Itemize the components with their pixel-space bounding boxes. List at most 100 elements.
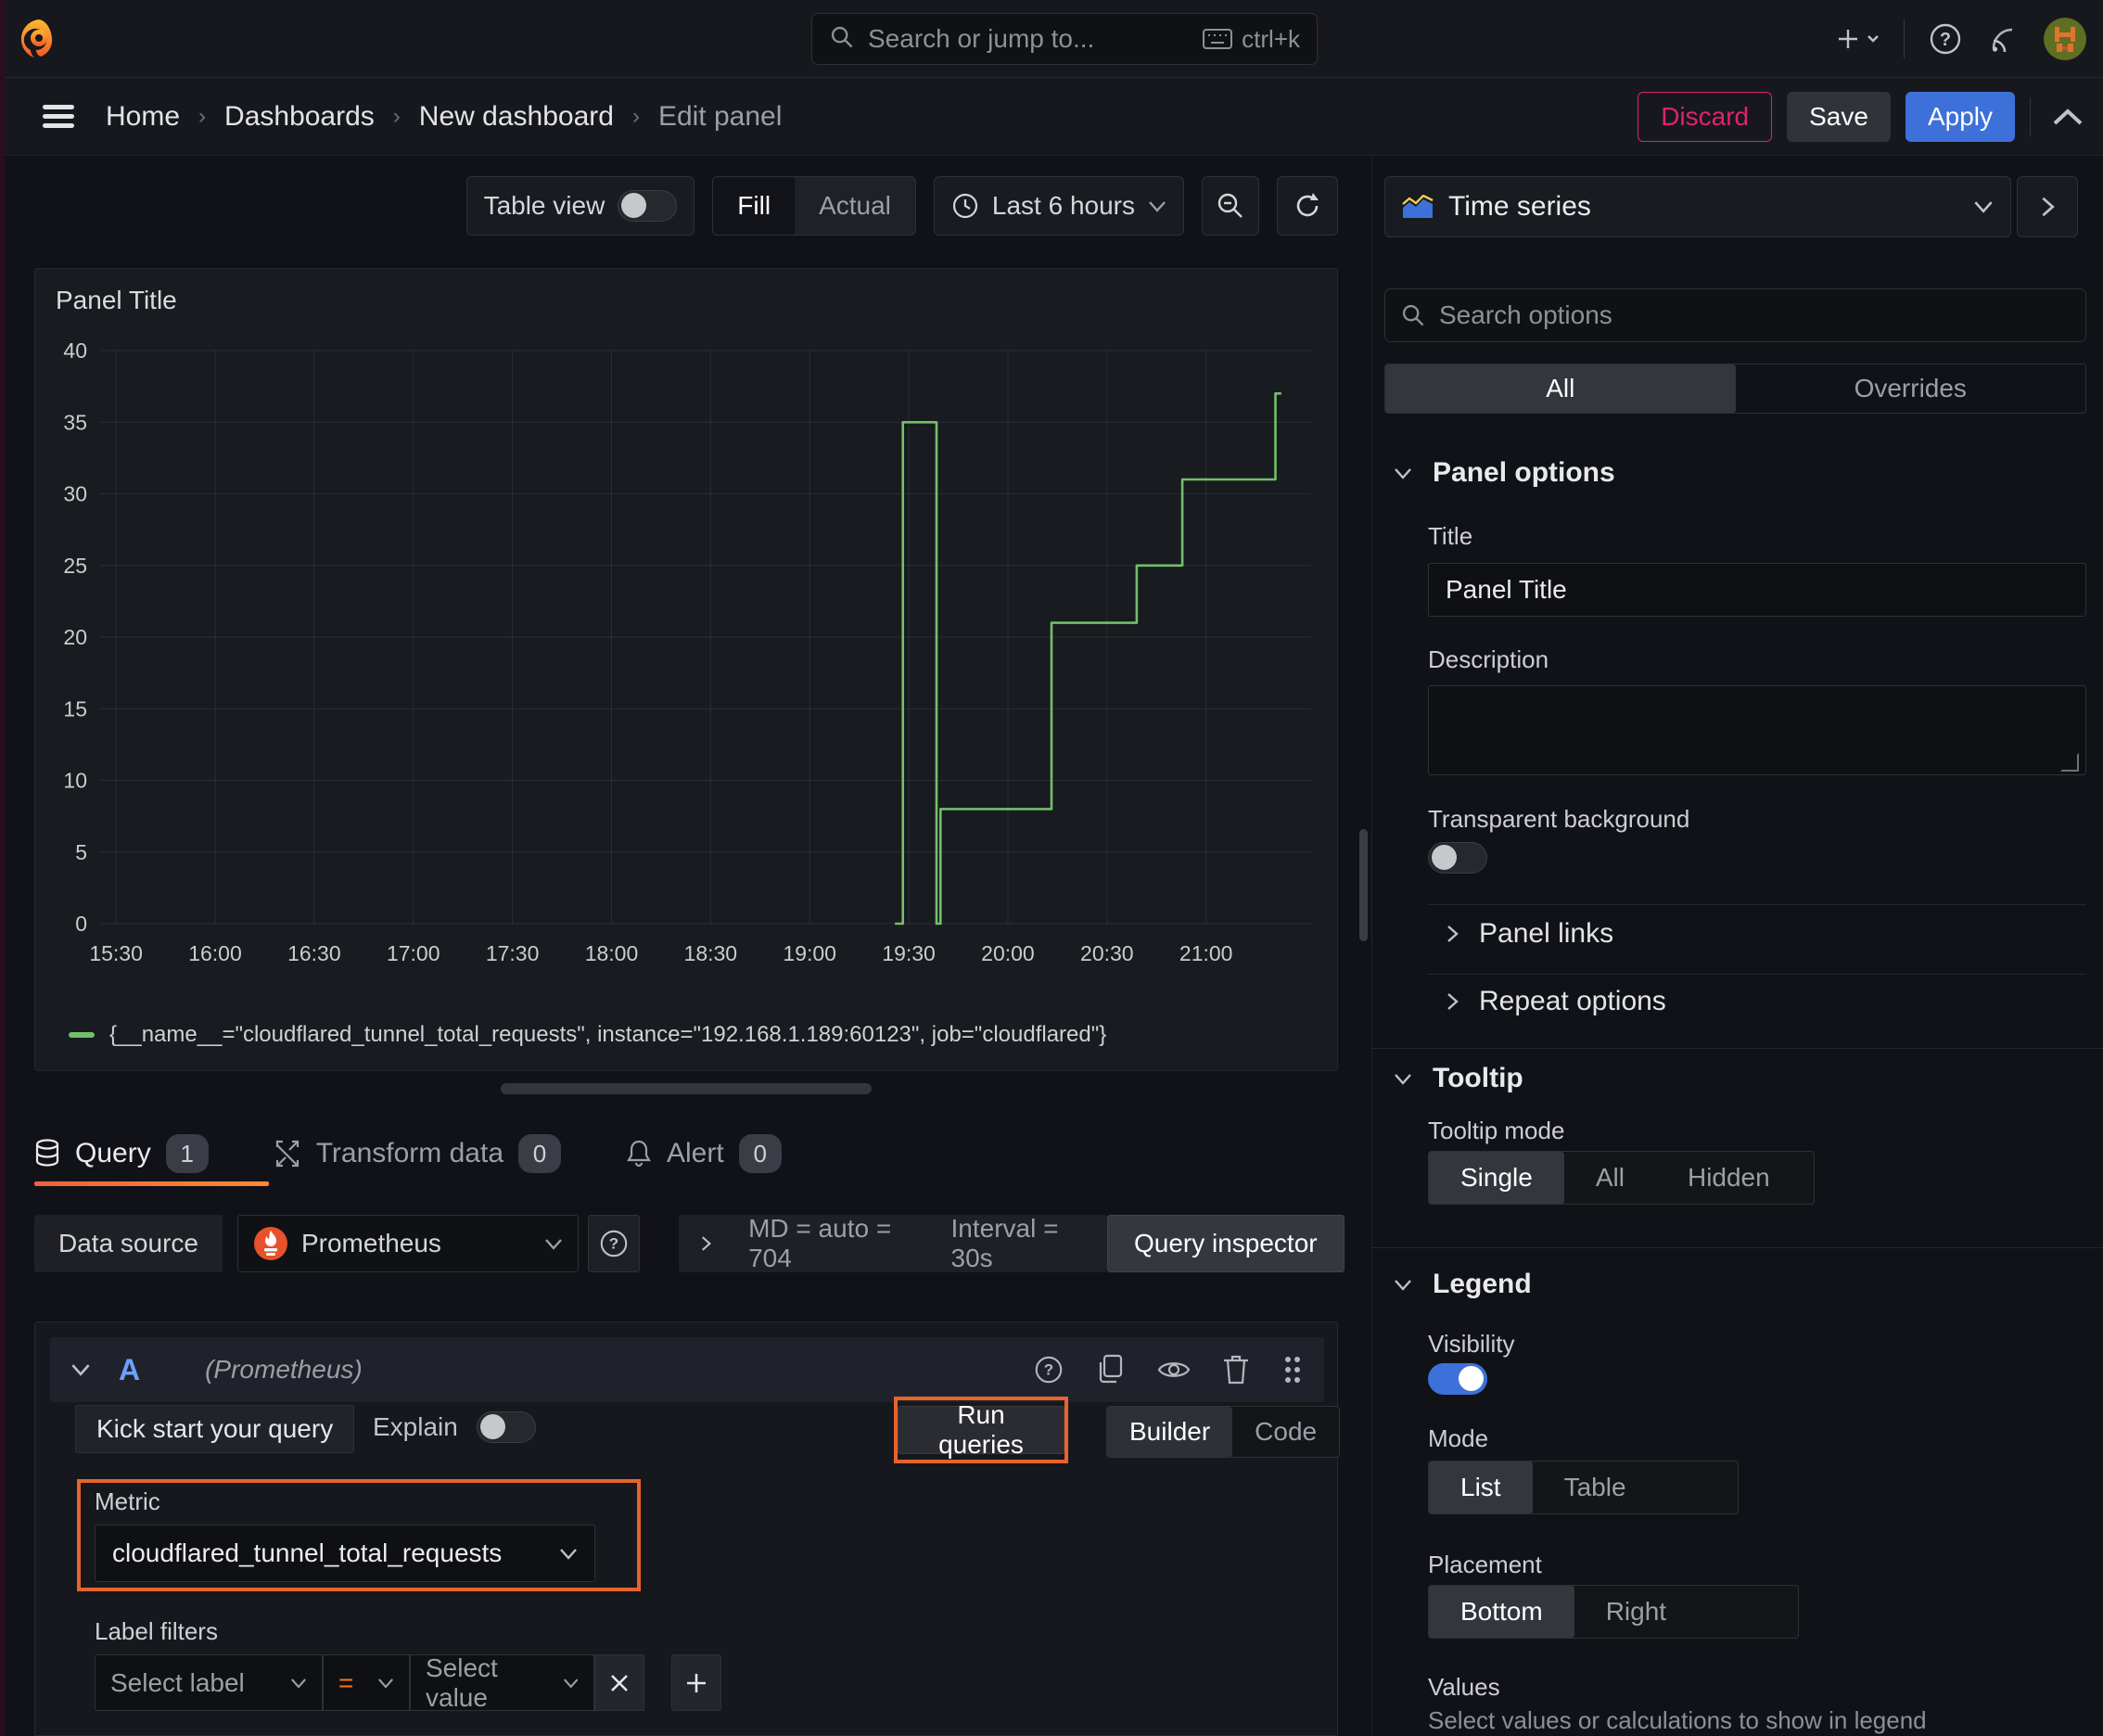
editor-mode-code[interactable]: Code <box>1232 1407 1339 1457</box>
discard-button[interactable]: Discard <box>1638 91 1773 142</box>
datasource-help-button[interactable]: ? <box>587 1215 640 1272</box>
label-filters-label: Label filters <box>95 1617 218 1645</box>
pane-resize-handle[interactable] <box>501 1083 872 1094</box>
user-avatar[interactable] <box>2044 18 2086 60</box>
main-scrollbar-thumb[interactable] <box>1359 829 1368 941</box>
run-queries-highlight: Run queries <box>894 1397 1068 1463</box>
menu-toggle-icon[interactable] <box>43 104 74 129</box>
legend-values-help: Select values or calculations to show in… <box>1428 1706 1927 1734</box>
tooltip-mode-all[interactable]: All <box>1564 1152 1656 1204</box>
panel-options-header[interactable]: Panel options <box>1394 457 1615 489</box>
explain-toggle[interactable] <box>476 1411 536 1443</box>
display-mode-actual[interactable]: Actual <box>795 177 915 235</box>
options-tab-overrides[interactable]: Overrides <box>1736 364 2086 413</box>
transparent-bg-toggle[interactable] <box>1428 842 1487 874</box>
tab-query-label: Query <box>75 1138 151 1168</box>
new-dropdown-button[interactable] <box>1837 25 1880 53</box>
query-inspector-button[interactable]: Query inspector <box>1106 1215 1345 1272</box>
close-icon <box>611 1674 628 1691</box>
top-nav: Search or jump to... ctrl+k ? <box>0 0 2103 78</box>
panel-title[interactable]: Panel Title <box>35 269 1337 315</box>
news-rss-icon[interactable] <box>1986 22 2020 56</box>
zoom-out-icon <box>1217 193 1243 218</box>
duplicate-query-icon[interactable] <box>1096 1354 1126 1385</box>
select-value-dropdown[interactable]: Select value <box>410 1653 594 1712</box>
chevron-down-icon[interactable] <box>70 1363 91 1376</box>
drag-grip-icon[interactable] <box>1281 1354 1304 1385</box>
collapse-pane-button[interactable] <box>2017 176 2078 237</box>
options-tab-all[interactable]: All <box>1385 364 1736 413</box>
query-options-collapsed[interactable]: MD = auto = 704 Interval = 30s <box>678 1214 1107 1272</box>
add-filter-button[interactable] <box>671 1654 721 1711</box>
apply-button[interactable]: Apply <box>1905 91 2015 142</box>
svg-text:17:00: 17:00 <box>387 941 440 965</box>
svg-text:19:30: 19:30 <box>882 941 936 965</box>
svg-text:25: 25 <box>63 554 87 578</box>
keyboard-icon <box>1203 29 1233 49</box>
section-divider <box>1372 1048 2103 1049</box>
panel-title-input[interactable] <box>1428 563 2086 617</box>
legend-placement-bottom[interactable]: Bottom <box>1429 1586 1574 1638</box>
remove-filter-button[interactable] <box>594 1654 644 1711</box>
datasource-picker[interactable]: Prometheus <box>236 1215 579 1272</box>
panel-links-section[interactable]: Panel links <box>1447 918 1613 950</box>
database-icon <box>35 1139 59 1167</box>
legend-visibility-toggle[interactable] <box>1428 1363 1487 1395</box>
timeseries-chart[interactable]: 0 5 10 15 20 25 30 35 40 15:30 16:00 16:30 17:00 17:3… <box>41 319 1320 1005</box>
tooltip-mode-hidden[interactable]: Hidden <box>1656 1152 1802 1204</box>
chevron-right-icon <box>1447 925 1459 942</box>
tab-alert[interactable]: Alert 0 <box>626 1122 782 1185</box>
options-sidebar: Time series Search options All Overrides… <box>1372 156 2103 1736</box>
zoom-out-button[interactable] <box>1202 176 1259 236</box>
tooltip-section-header[interactable]: Tooltip <box>1394 1063 1523 1094</box>
svg-text:30: 30 <box>63 482 87 506</box>
display-mode-fill[interactable]: Fill <box>713 177 796 235</box>
legend-placement-right[interactable]: Right <box>1574 1586 1698 1638</box>
breadcrumb-home[interactable]: Home <box>106 101 180 133</box>
svg-text:?: ? <box>1940 30 1951 50</box>
legend-placement-group: Bottom Right <box>1428 1585 1799 1639</box>
chevron-right-icon: › <box>198 103 207 129</box>
tooltip-mode-single[interactable]: Single <box>1429 1152 1564 1204</box>
chevron-down-icon <box>1149 200 1166 212</box>
repeat-options-section[interactable]: Repeat options <box>1447 986 1666 1017</box>
operator-dropdown[interactable]: = <box>323 1654 410 1711</box>
chevron-down-icon <box>1395 1279 1411 1291</box>
refresh-icon <box>1296 193 1319 217</box>
save-button[interactable]: Save <box>1787 91 1891 142</box>
svg-text:19:00: 19:00 <box>783 941 836 965</box>
svg-text:35: 35 <box>63 410 87 434</box>
bell-icon <box>627 1140 651 1168</box>
hide-response-eye-icon[interactable] <box>1157 1358 1191 1382</box>
select-label-dropdown[interactable]: Select label <box>95 1654 323 1711</box>
breadcrumb-dashboards[interactable]: Dashboards <box>224 101 375 133</box>
refresh-button[interactable] <box>1277 176 1338 236</box>
legend-section-header[interactable]: Legend <box>1394 1269 1532 1300</box>
editor-mode-builder[interactable]: Builder <box>1107 1407 1233 1457</box>
help-icon[interactable]: ? <box>1929 22 1962 56</box>
series-legend-label[interactable]: {__name__="cloudflared_tunnel_total_requ… <box>109 1022 1106 1048</box>
global-search-input[interactable]: Search or jump to... ctrl+k <box>811 13 1318 65</box>
kickstart-query-button[interactable]: Kick start your query <box>75 1405 355 1453</box>
description-textarea[interactable] <box>1428 685 2086 775</box>
tab-transform-data[interactable]: Transform data 0 <box>274 1122 561 1185</box>
search-placeholder: Search or jump to... <box>868 24 1095 53</box>
options-search-input[interactable]: Search options <box>1384 288 2086 342</box>
query-row-header[interactable]: A (Prometheus) ? <box>50 1337 1324 1402</box>
legend-mode-list[interactable]: List <box>1429 1462 1533 1513</box>
metric-select[interactable]: cloudflared_tunnel_total_requests <box>95 1525 595 1582</box>
grafana-logo-icon[interactable] <box>0 17 78 61</box>
run-queries-button[interactable]: Run queries <box>898 1400 1064 1459</box>
time-range-picker[interactable]: Last 6 hours <box>933 176 1184 236</box>
table-view-toggle[interactable] <box>618 190 678 222</box>
remove-query-trash-icon[interactable] <box>1222 1354 1250 1385</box>
visualization-picker[interactable]: Time series <box>1384 176 2011 237</box>
left-edge-strip <box>0 0 5 1736</box>
breadcrumb-new-dashboard[interactable]: New dashboard <box>419 101 614 133</box>
query-row-datasource: (Prometheus) <box>205 1355 363 1384</box>
svg-text:20: 20 <box>63 625 87 649</box>
collapse-options-icon[interactable] <box>2051 107 2084 127</box>
legend-mode-table[interactable]: Table <box>1533 1462 1658 1513</box>
tab-query[interactable]: Query 1 <box>34 1122 209 1185</box>
help-icon[interactable]: ? <box>1033 1354 1064 1385</box>
